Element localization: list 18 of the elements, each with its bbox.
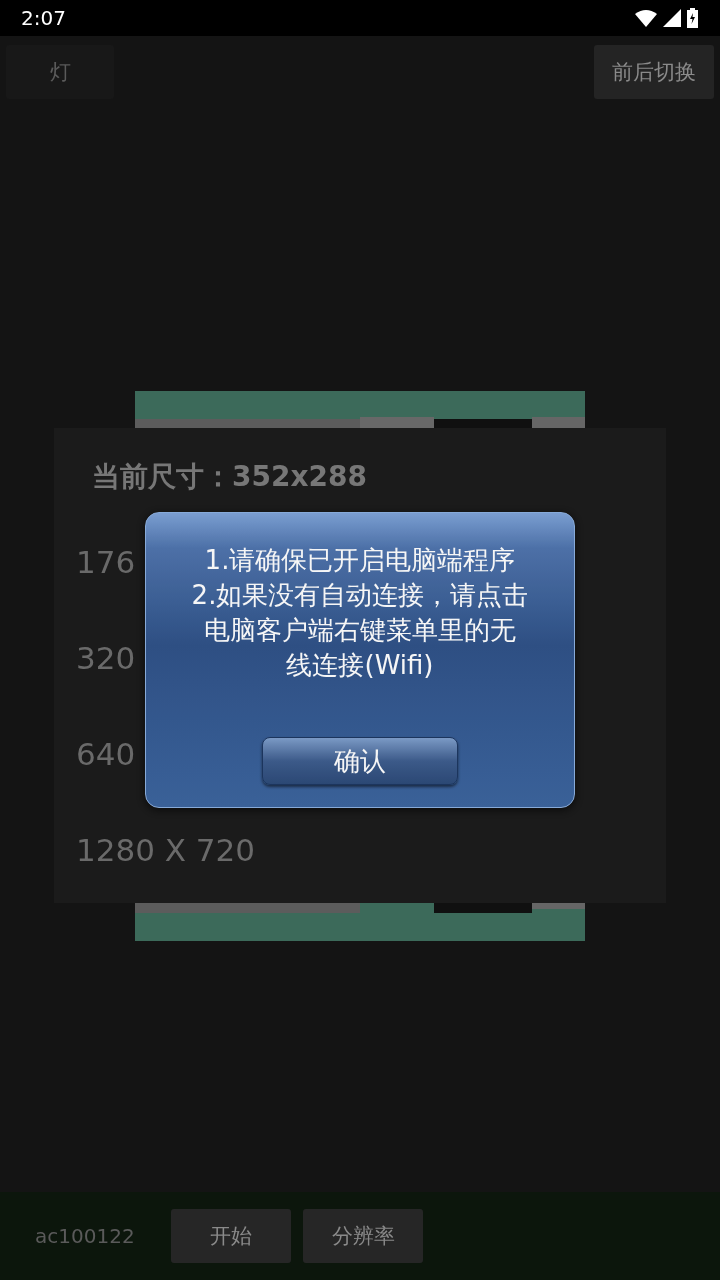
resolution-option[interactable]: 320 [76, 640, 136, 736]
status-time: 2:07 [21, 6, 66, 30]
dialog-message: 2.如果没有自动连接，请点击 [191, 579, 529, 612]
resolution-button[interactable]: 分辨率 [303, 1209, 423, 1263]
resolution-option[interactable]: 1280 X 720 [76, 832, 255, 928]
start-button[interactable]: 开始 [171, 1209, 291, 1263]
signal-icon [663, 9, 681, 27]
dialog-message: 电脑客户端右键菜单里的无 [204, 614, 516, 647]
dialog-message: 1.请确保已开启电脑端程序 [204, 544, 516, 577]
resolution-option[interactable]: 640 [76, 736, 136, 832]
dialog-message: 线连接(Wifi) [286, 649, 434, 682]
battery-icon [687, 8, 698, 28]
wifi-icon [635, 9, 657, 27]
device-id: ac100122 [35, 1224, 136, 1248]
confirm-button[interactable]: 确认 [262, 737, 458, 785]
current-size: 当前尺寸：352x288 [91, 459, 368, 495]
switch-camera-button[interactable]: 前后切换 [594, 45, 714, 99]
resolution-option[interactable]: 176 [76, 544, 136, 640]
